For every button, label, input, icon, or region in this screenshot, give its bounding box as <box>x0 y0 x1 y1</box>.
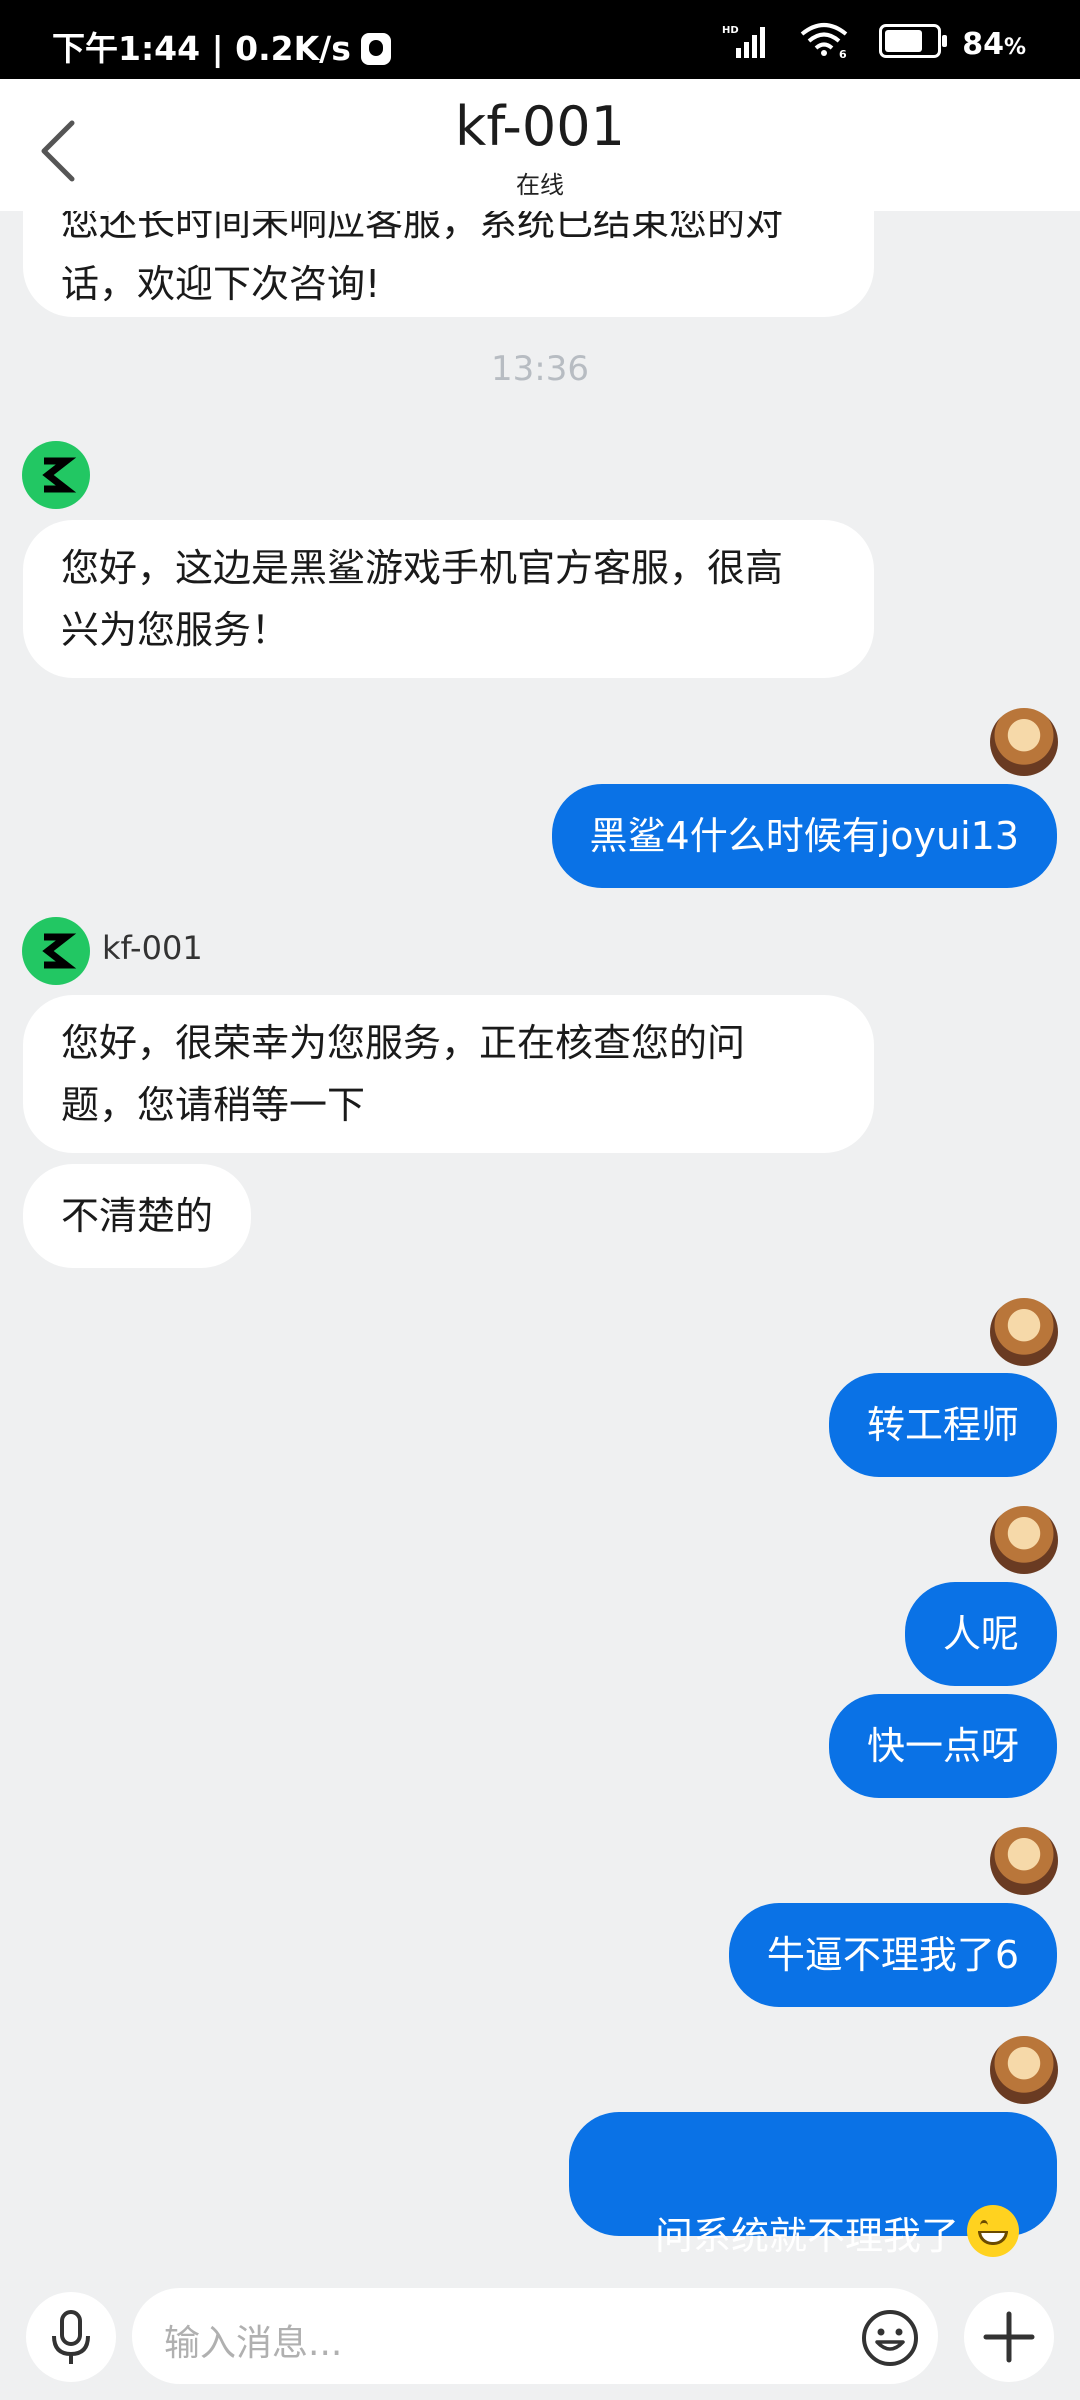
svg-text:HD: HD <box>722 25 739 36</box>
user-avatar[interactable] <box>990 708 1058 776</box>
online-status: 在线 <box>516 171 564 199</box>
more-options-button[interactable] <box>964 2292 1054 2382</box>
message-bubble-out[interactable]: 转工程师 <box>828 1373 1057 1477</box>
status-right-group: HD 6 84% <box>722 22 1026 62</box>
qq-notification-icon <box>360 33 391 65</box>
sender-name: kf-001 <box>102 929 203 967</box>
message-text: 问系统就不理我了 <box>654 2214 959 2258</box>
user-avatar[interactable] <box>990 2036 1058 2104</box>
agent-avatar[interactable] <box>22 441 90 509</box>
battery-percent: 84% <box>962 27 1026 62</box>
battery-icon <box>878 24 947 58</box>
voice-button[interactable] <box>26 2292 116 2382</box>
message-bubble-in[interactable]: 不清楚的 <box>23 1164 252 1268</box>
message-input-placeholder: 输入消息... <box>164 2323 343 2364</box>
message-bubble-out[interactable]: 人呢 <box>904 1582 1057 1686</box>
microphone-icon <box>52 2310 90 2364</box>
agent-avatar[interactable] <box>22 917 90 985</box>
chat-title: kf-001 <box>455 95 625 158</box>
status-bar: 下午1:44 | 0.2K/s HD 6 84% <box>0 0 1080 79</box>
plus-icon <box>983 2311 1035 2363</box>
message-bubble-in[interactable]: 您好，这边是黑鲨游戏手机官方客服，很高 兴为您服务！ <box>23 520 874 678</box>
message-bubble-in[interactable]: 您好，很荣幸为您服务，正在核查您的问 题，您请稍等一下 <box>23 995 874 1153</box>
wifi-icon: 6 <box>800 23 848 58</box>
input-bar: 输入消息... <box>0 2270 1080 2400</box>
message-bubble-out[interactable]: 问系统就不理我了 <box>568 2112 1057 2258</box>
user-avatar[interactable] <box>990 1298 1058 1366</box>
message-list[interactable]: 您还长时间未响应客服，系统已结束您的对 话，欢迎下次咨询! 13:36 您好，这… <box>0 211 1080 2270</box>
message-bubble-out[interactable]: 黑鲨4什么时候有joyui13 <box>551 784 1057 888</box>
user-avatar[interactable] <box>990 1827 1058 1895</box>
message-input[interactable]: 输入消息... <box>132 2288 938 2384</box>
grinning-face-emoji-icon <box>967 2205 1019 2257</box>
status-time-speed: 下午1:44 | 0.2K/s <box>52 22 391 70</box>
black-shark-logo-icon <box>42 933 77 969</box>
svg-text:6: 6 <box>839 48 847 58</box>
message-bubble-out[interactable]: 牛逼不理我了6 <box>728 1903 1057 2007</box>
status-time-text: 下午1:44 | 0.2K/s <box>52 29 351 68</box>
user-avatar[interactable] <box>990 1506 1058 1574</box>
message-bubble-in[interactable]: 您还长时间未响应客服，系统已结束您的对 话，欢迎下次咨询! <box>23 211 874 317</box>
timestamp: 13:36 <box>491 349 589 389</box>
black-shark-logo-icon <box>42 457 77 493</box>
cellular-signal-icon: HD <box>722 25 765 58</box>
chat-header: kf-001 在线 <box>0 79 1080 211</box>
message-bubble-out[interactable]: 快一点呀 <box>828 1694 1057 1798</box>
emoji-picker-icon[interactable] <box>860 2308 920 2368</box>
